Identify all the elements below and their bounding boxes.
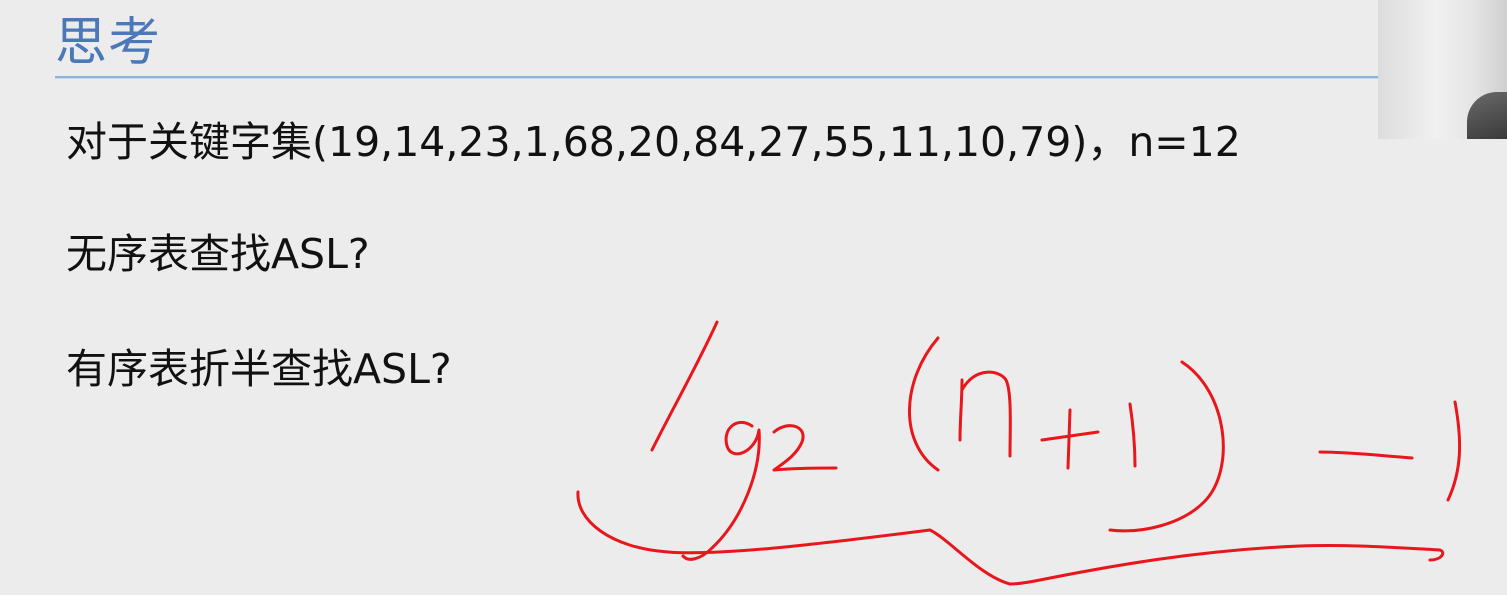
ink-stroke-l (650, 320, 719, 452)
ink-underbrace-left (576, 490, 1042, 586)
slide: 思考 对于关键字集(19,14,23,1,68,20,84,27,55,11,1… (0, 0, 1507, 595)
ink-stroke-right-1 (1446, 400, 1462, 502)
ink-stroke-plus (1040, 408, 1100, 470)
ink-stroke-g (681, 420, 761, 561)
ink-stroke-open-paren (908, 336, 940, 472)
ink-stroke-n (958, 370, 1012, 458)
handwritten-annotation (576, 320, 1462, 586)
ink-stroke-2 (772, 424, 838, 472)
ink-underbrace-right (1038, 543, 1445, 582)
ink-stroke-close-paren (1108, 360, 1225, 533)
ink-stroke-minus (1318, 450, 1414, 460)
ink-stroke-1 (1128, 402, 1137, 468)
